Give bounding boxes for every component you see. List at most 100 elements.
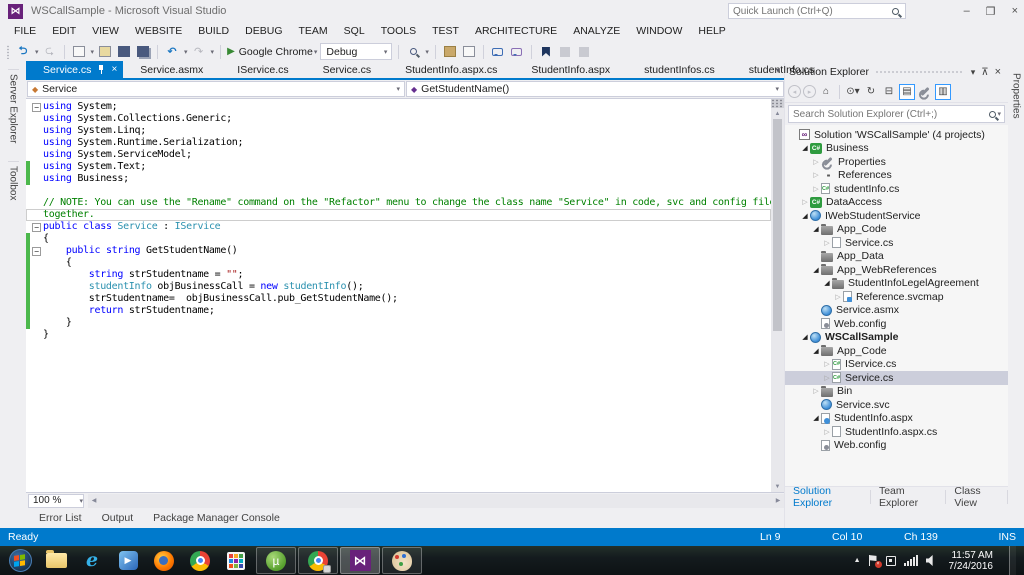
collapsed-arrow-icon[interactable]: ▷ (811, 158, 821, 166)
tree-item[interactable]: Service.asmx (785, 304, 1008, 318)
code-line[interactable]: −public class Service : IService (26, 221, 771, 233)
collapsed-arrow-icon[interactable]: ▷ (822, 374, 832, 382)
tool-window-tab-properties[interactable]: Properties (1011, 69, 1022, 123)
save-all-button[interactable] (135, 43, 151, 61)
tree-item[interactable]: ▷StudentInfo.aspx.cs (785, 425, 1008, 439)
expanded-arrow-icon[interactable]: ◢ (811, 225, 821, 233)
code-line[interactable]: using System.ServiceModel; (26, 149, 771, 161)
collapse-icon[interactable]: − (32, 247, 41, 256)
tree-item[interactable]: ▷Reference.svcmap (785, 290, 1008, 304)
collapsed-arrow-icon[interactable]: ▷ (811, 387, 821, 395)
code-line[interactable]: } (26, 317, 771, 329)
taskbar-button-utorrent[interactable]: µ (256, 547, 296, 574)
outdent-button[interactable] (576, 43, 592, 61)
tree-item[interactable]: ▷C#DataAccess (785, 196, 1008, 210)
tree-item[interactable]: Web.config (785, 439, 1008, 453)
menu-item-architecture[interactable]: ARCHITECTURE (467, 25, 565, 37)
refresh-icon[interactable]: ↻ (863, 84, 879, 100)
tree-item[interactable]: ▷C#studentInfo.cs (785, 182, 1008, 196)
volume-icon[interactable] (926, 555, 937, 566)
pin-icon[interactable] (97, 65, 105, 74)
find-in-files-button[interactable] (405, 43, 421, 61)
tool-window-tab-toolbox[interactable]: Toolbox (8, 161, 19, 204)
comment-button[interactable] (490, 43, 506, 61)
navigate-back-icon[interactable]: ◂ (788, 85, 801, 98)
tree-item[interactable]: ◢WSCallSample (785, 331, 1008, 345)
document-tab[interactable]: StudentInfo.aspx.cs (388, 61, 514, 78)
solution-search-input[interactable] (789, 109, 989, 120)
open-file-button[interactable] (97, 43, 113, 61)
redo-dropdown-icon[interactable]: ▾ (211, 48, 215, 56)
tree-item[interactable]: ◢IWebStudentService (785, 209, 1008, 223)
taskbar-button-chrome-profile[interactable] (298, 547, 338, 574)
collapse-all-icon[interactable]: ⊟ (881, 84, 897, 100)
code-line[interactable]: studentInfo objBusinessCall = new studen… (26, 281, 771, 293)
menu-item-team[interactable]: TEAM (291, 25, 336, 37)
search-dropdown-icon[interactable]: ▾ (997, 110, 1001, 118)
navigate-backward-dropdown-icon[interactable]: ▾ (35, 48, 39, 56)
expanded-arrow-icon[interactable]: ◢ (800, 212, 810, 220)
code-line[interactable]: using System.Collections.Generic; (26, 113, 771, 125)
panel-tab-error-list[interactable]: Error List (30, 512, 91, 524)
menu-item-website[interactable]: WEBSITE (127, 25, 190, 37)
document-tab[interactable]: studentInfo.cs (732, 61, 831, 78)
expanded-arrow-icon[interactable]: ◢ (800, 333, 810, 341)
code-line[interactable]: together. (26, 209, 771, 221)
tree-item[interactable]: ▷Properties (785, 155, 1008, 169)
menu-item-window[interactable]: WINDOW (628, 25, 690, 37)
properties-page-icon[interactable]: ▤ (899, 84, 915, 100)
action-center-icon[interactable]: × (869, 555, 878, 566)
vertical-scrollbar[interactable]: ▲ ▼ (771, 99, 784, 492)
tree-item[interactable]: App_Data (785, 250, 1008, 264)
collapse-icon[interactable]: − (32, 103, 41, 112)
scroll-left-icon[interactable]: ◀ (88, 497, 100, 504)
code-line[interactable]: // NOTE: You can use the "Rename" comman… (26, 197, 771, 209)
panel-tab-package-manager-console[interactable]: Package Manager Console (144, 512, 289, 524)
quick-launch-box[interactable] (728, 3, 906, 19)
tree-item[interactable]: ▷C#Service.cs (785, 371, 1008, 385)
code-editor[interactable]: −using System;using System.Collections.G… (26, 99, 784, 492)
code-line[interactable] (26, 185, 771, 197)
collapse-icon[interactable]: − (32, 223, 41, 232)
tree-item[interactable]: ▷▪▪References (785, 169, 1008, 183)
start-button[interactable] (2, 547, 38, 574)
member-select[interactable]: ◆ GetStudentName() ▾ (406, 81, 784, 97)
show-desktop-button[interactable] (1009, 546, 1016, 575)
splitter-handle[interactable] (771, 99, 784, 108)
menu-item-help[interactable]: HELP (690, 25, 733, 37)
redo-button[interactable]: ↷ (191, 43, 207, 61)
expanded-arrow-icon[interactable]: ◢ (822, 279, 832, 287)
menu-item-edit[interactable]: EDIT (44, 25, 84, 37)
expanded-arrow-icon[interactable]: ◢ (811, 414, 821, 422)
taskbar-button-visual-studio[interactable]: ⋈ (340, 547, 380, 574)
tray-expand-icon[interactable]: ▲ (854, 557, 861, 564)
solution-configuration-select[interactable]: Debug ▾ (320, 43, 392, 60)
toolbar-overflow-icon[interactable]: ▾ (425, 48, 429, 56)
menu-item-analyze[interactable]: ANALYZE (565, 25, 628, 37)
tree-item[interactable]: Web.config (785, 317, 1008, 331)
explorer-tab-team-explorer[interactable]: Team Explorer (871, 490, 946, 504)
code-line[interactable]: using Business; (26, 173, 771, 185)
pending-changes-filter-icon[interactable]: ⊙▾ (845, 84, 861, 100)
taskbar-button-paint[interactable] (382, 547, 422, 574)
tree-item[interactable]: ∞Solution 'WSCallSample' (4 projects) (785, 128, 1008, 142)
scroll-right-icon[interactable]: ▶ (772, 497, 784, 504)
expanded-arrow-icon[interactable]: ◢ (811, 266, 821, 274)
tree-item[interactable]: ▷C#IService.cs (785, 358, 1008, 372)
minimize-button[interactable]: – (964, 5, 970, 17)
windows-update-icon[interactable] (886, 556, 896, 566)
zoom-select[interactable]: 100 % ▾ (28, 494, 84, 508)
home-icon[interactable]: ⌂ (818, 84, 834, 100)
tab-overflow-icon[interactable]: ▾ (776, 66, 780, 75)
start-debug-button[interactable]: ▶ Google Chrome ▾ (227, 43, 317, 61)
scrollbar-thumb[interactable] (773, 119, 782, 331)
uncomment-button[interactable] (509, 43, 525, 61)
toolbar-grip[interactable] (6, 45, 10, 59)
collapsed-arrow-icon[interactable]: ▷ (822, 428, 832, 436)
panel-tab-output[interactable]: Output (93, 512, 143, 524)
collapsed-arrow-icon[interactable]: ▷ (811, 171, 821, 179)
taskbar-button-internet-explorer[interactable]: e (74, 547, 110, 574)
undo-dropdown-icon[interactable]: ▾ (184, 48, 188, 56)
tab-close-icon[interactable]: × (111, 64, 117, 75)
taskbar-button-firefox[interactable] (146, 547, 182, 574)
